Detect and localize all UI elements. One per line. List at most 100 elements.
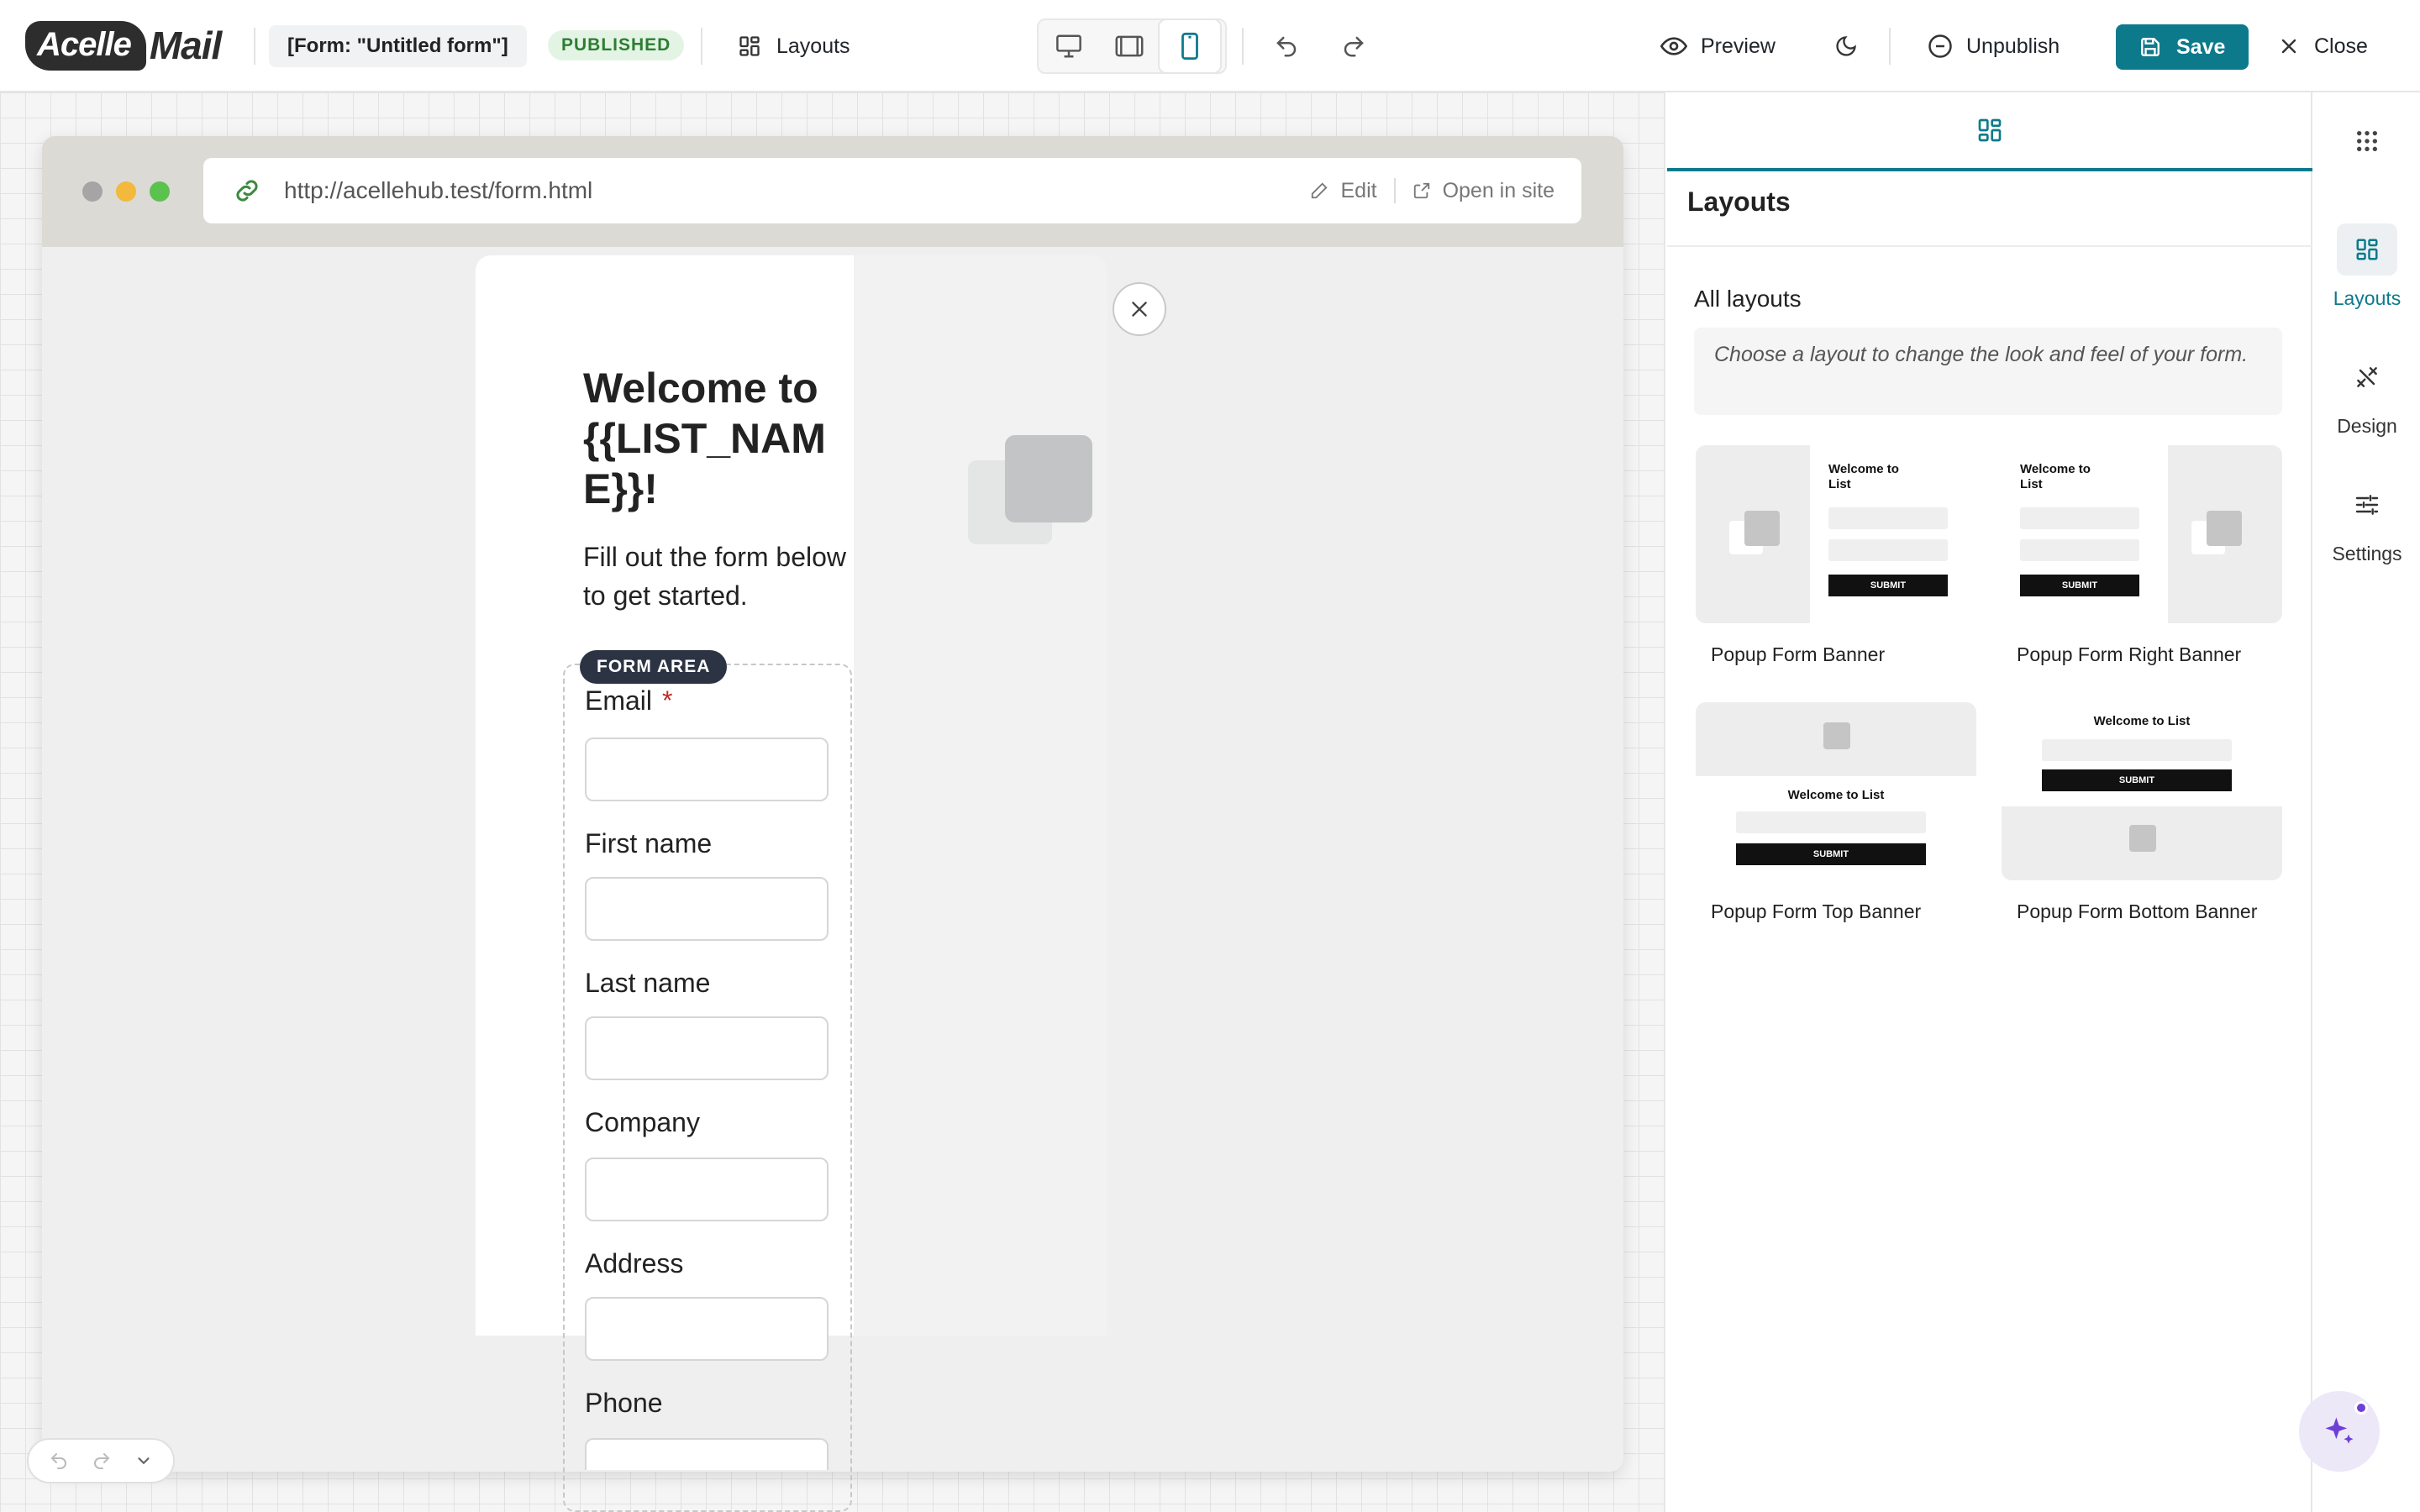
grid-dots-icon — [2354, 128, 2381, 155]
layout-name[interactable]: Popup Form Top Banner — [1711, 900, 1921, 923]
external-link-icon — [1413, 181, 1431, 200]
url-text: http://acellehub.test/form.html — [284, 177, 593, 203]
window-dot-yellow — [116, 181, 136, 202]
layout-thumb-image — [1744, 511, 1780, 546]
chevron-down-icon[interactable] — [134, 1452, 153, 1470]
close-icon — [1128, 298, 1150, 320]
email-label: Email * — [585, 685, 673, 716]
url-actions: Edit Open in site — [1310, 178, 1555, 203]
window-dot-gray — [82, 181, 103, 202]
layout-thumb-image — [2207, 511, 2242, 546]
required-marker: * — [662, 685, 673, 716]
layout-thumb-title: Welcome to List — [2020, 462, 2091, 491]
layouts-panel: Layouts All layouts Choose a layout to c… — [1667, 92, 2312, 1512]
minus-circle-icon — [1928, 34, 1953, 59]
unpublish-button[interactable]: Unpublish — [1928, 25, 2060, 67]
layout-name[interactable]: Popup Form Bottom Banner — [2017, 900, 2257, 923]
panel-title: Layouts — [1687, 186, 1791, 217]
layout-card-right-banner[interactable]: Welcome to List SUBMIT — [2002, 445, 2282, 623]
device-switcher — [1037, 18, 1227, 74]
layout-thumb-input — [1828, 539, 1948, 561]
undo-button[interactable] — [1265, 25, 1307, 67]
sidebar-item-layouts[interactable]: Layouts — [2314, 223, 2420, 310]
layout-thumb-input — [2020, 507, 2139, 529]
layout-thumb-input — [2020, 539, 2139, 561]
phone-label: Phone — [585, 1388, 663, 1418]
layout-card-bottom-banner[interactable]: Welcome to List SUBMIT — [2002, 702, 2282, 880]
panel-tab-layouts[interactable] — [1667, 92, 2312, 171]
mini-history-controls — [27, 1438, 175, 1483]
phone-field[interactable] — [585, 1438, 829, 1470]
layout-thumb-input — [2042, 739, 2232, 761]
link-icon — [232, 176, 262, 206]
layout-thumb-title: Welcome to List — [1828, 462, 1899, 491]
save-button[interactable]: Save — [2116, 24, 2249, 70]
email-field[interactable] — [585, 738, 829, 801]
layout-card-banner[interactable]: Welcome to List SUBMIT — [1696, 445, 1976, 623]
browser-toolbar: http://acellehub.test/form.html Edit Ope… — [42, 136, 1623, 247]
preview-label: Preview — [1701, 34, 1776, 58]
redo-button[interactable] — [1333, 25, 1375, 67]
toolbar-divider — [1889, 28, 1891, 65]
toolbar-divider — [701, 28, 702, 65]
layout-card-top-banner[interactable]: Welcome to List SUBMIT — [1696, 702, 1976, 880]
panel-divider — [1667, 245, 2312, 247]
sidebar-item-label: Settings — [2332, 543, 2402, 564]
last-name-field[interactable] — [585, 1016, 829, 1080]
ai-assistant-button[interactable] — [2299, 1391, 2380, 1472]
last-name-label: Last name — [585, 968, 711, 998]
section-title: All layouts — [1694, 286, 1802, 312]
popup-banner-panel — [854, 255, 1107, 1336]
dark-mode-toggle[interactable] — [1825, 25, 1867, 67]
layout-thumb-image — [2129, 825, 2156, 852]
undo-icon[interactable] — [49, 1451, 69, 1471]
save-label: Save — [2176, 34, 2226, 59]
image-placeholder[interactable] — [1005, 435, 1092, 522]
sidebar-item-settings[interactable]: Settings — [2314, 479, 2420, 565]
layout-name[interactable]: Popup Form Banner — [1711, 643, 1885, 666]
unpublish-label: Unpublish — [1966, 34, 2060, 58]
pencil-icon — [1310, 181, 1328, 200]
popup-title[interactable]: Welcome to {{LIST_NAME}}! — [583, 363, 852, 514]
desktop-view-button[interactable] — [1039, 20, 1099, 72]
close-button[interactable]: Close — [2279, 25, 2368, 67]
toolbar-divider — [1242, 28, 1244, 65]
settings-sliders-icon — [2337, 479, 2397, 531]
toolbar-divider — [254, 28, 255, 65]
address-field[interactable] — [585, 1297, 829, 1361]
edit-link[interactable]: Edit — [1340, 179, 1376, 203]
layout-thumb-title: Welcome to List — [2093, 714, 2191, 728]
form-area-tag: FORM AREA — [580, 650, 728, 684]
layouts-button-label: Layouts — [776, 34, 850, 58]
preview-button[interactable]: Preview — [1660, 25, 1776, 67]
popup-subtitle[interactable]: Fill out the form below to get started. — [583, 538, 852, 615]
tablet-view-button[interactable] — [1099, 20, 1160, 72]
sparkles-icon — [2321, 1413, 2358, 1450]
apps-menu-button[interactable] — [2338, 118, 2396, 165]
save-icon — [2139, 36, 2161, 58]
layouts-icon — [1976, 117, 2003, 144]
form-name-label[interactable]: [Form: "Untitled form"] — [269, 25, 527, 67]
eye-icon — [1660, 33, 1687, 60]
layouts-button[interactable]: Layouts — [738, 25, 850, 67]
layout-thumb-input — [1736, 811, 1926, 833]
company-field[interactable] — [585, 1158, 829, 1221]
company-label: Company — [585, 1107, 700, 1137]
layout-thumb-submit: SUBMIT — [1828, 575, 1948, 596]
first-name-field[interactable] — [585, 877, 829, 941]
sidebar-item-label: Layouts — [2333, 287, 2402, 309]
layout-name[interactable]: Popup Form Right Banner — [2017, 643, 2241, 666]
popup-close-button[interactable] — [1113, 282, 1166, 336]
url-bar[interactable]: http://acellehub.test/form.html Edit Ope… — [203, 158, 1581, 223]
app-logo[interactable]: Acelle Mail — [25, 18, 222, 72]
open-in-site-link[interactable]: Open in site — [1443, 179, 1555, 203]
address-label: Address — [585, 1248, 684, 1278]
layout-thumb-title: Welcome to List — [1787, 788, 1885, 802]
mobile-view-button[interactable] — [1160, 20, 1220, 72]
notification-dot — [2354, 1401, 2368, 1415]
layout-thumb-input — [1828, 507, 1948, 529]
moon-icon — [1834, 34, 1858, 58]
redo-icon[interactable] — [92, 1451, 112, 1471]
layout-thumb-submit: SUBMIT — [2020, 575, 2139, 596]
sidebar-item-design[interactable]: Design — [2314, 351, 2420, 438]
